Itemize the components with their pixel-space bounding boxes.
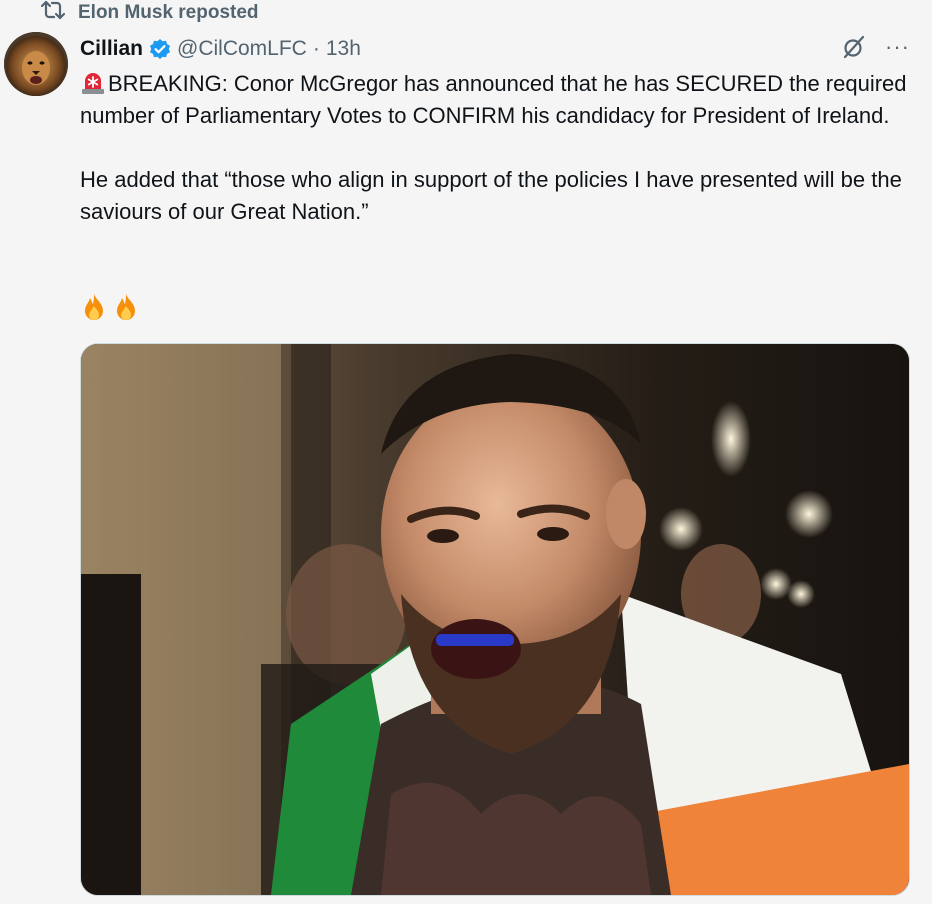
tweet-header: Cillian @CilComLFC · 13h (80, 34, 361, 64)
tweet-actions: ··· (841, 34, 910, 60)
more-options-icon[interactable]: ··· (885, 36, 910, 58)
repost-icon (40, 0, 66, 26)
siren-icon (82, 73, 104, 94)
verified-badge-icon[interactable] (149, 38, 171, 60)
avatar[interactable] (4, 32, 68, 96)
tweet-paragraph-2: He added that “those who align in suppor… (80, 167, 902, 224)
tweet-paragraph-1: BREAKING: Conor McGregor has announced t… (80, 68, 910, 132)
tweet-paragraph-1-text: BREAKING: Conor McGregor has announced t… (80, 71, 907, 128)
fire-icon (117, 294, 135, 320)
grok-icon[interactable] (841, 34, 867, 60)
repost-banner[interactable]: Elon Musk reposted (40, 0, 259, 26)
repost-label: Elon Musk reposted (78, 2, 259, 23)
tweet-text: BREAKING: Conor McGregor has announced t… (80, 68, 910, 228)
post-time[interactable]: 13h (326, 37, 361, 61)
display-name[interactable]: Cillian (80, 37, 143, 61)
tweet-photo[interactable] (80, 343, 910, 896)
separator-dot: · (312, 37, 320, 60)
user-handle[interactable]: @CilComLFC (177, 37, 307, 61)
fire-emojis (80, 292, 140, 322)
fire-icon (85, 294, 103, 320)
